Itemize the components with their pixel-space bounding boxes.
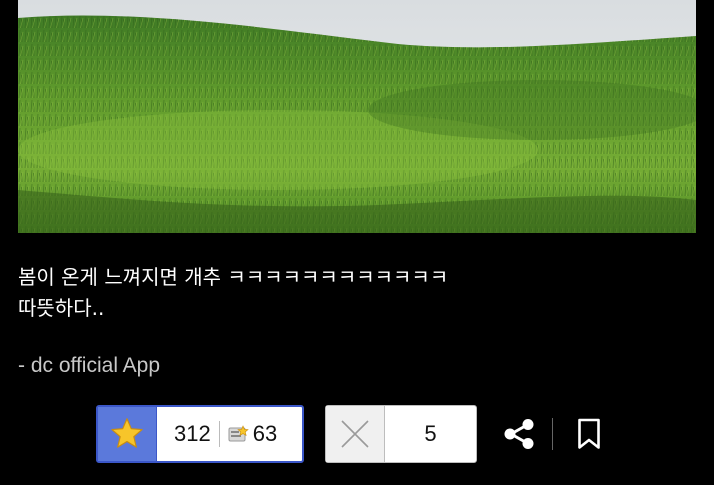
post-body: 봄이 온게 느껴지면 개추 ㅋㅋㅋㅋㅋㅋㅋㅋㅋㅋㅋㅋ 따뜻하다.. [18, 262, 448, 324]
fixed-recommend: 63 [228, 421, 277, 447]
recommend-button[interactable] [98, 407, 157, 461]
post-image [18, 0, 696, 233]
share-button[interactable] [502, 418, 536, 454]
fixed-recommend-count: 63 [252, 421, 278, 446]
recommend-divider [218, 421, 220, 447]
not-recommend-button[interactable] [326, 406, 385, 462]
share-icon [504, 419, 534, 449]
post-text-line1: 봄이 온게 느껴지면 개추 ㅋㅋㅋㅋㅋㅋㅋㅋㅋㅋㅋㅋ [18, 265, 449, 289]
bookmark-icon [578, 418, 600, 449]
recommend-count: 312 [174, 421, 211, 446]
fixed-badge-icon [228, 425, 249, 442]
x-icon [341, 420, 369, 448]
action-divider [552, 418, 553, 450]
bookmark-button[interactable] [577, 418, 601, 454]
not-recommend-count: 5 [424, 421, 437, 446]
post-text-line2: 따뜻하다.. [18, 296, 105, 320]
app-signature: - dc official App [18, 354, 161, 377]
not-recommend-box: 5 [325, 405, 477, 463]
recommend-box: 312 63 [96, 405, 304, 463]
star-icon [111, 418, 143, 448]
